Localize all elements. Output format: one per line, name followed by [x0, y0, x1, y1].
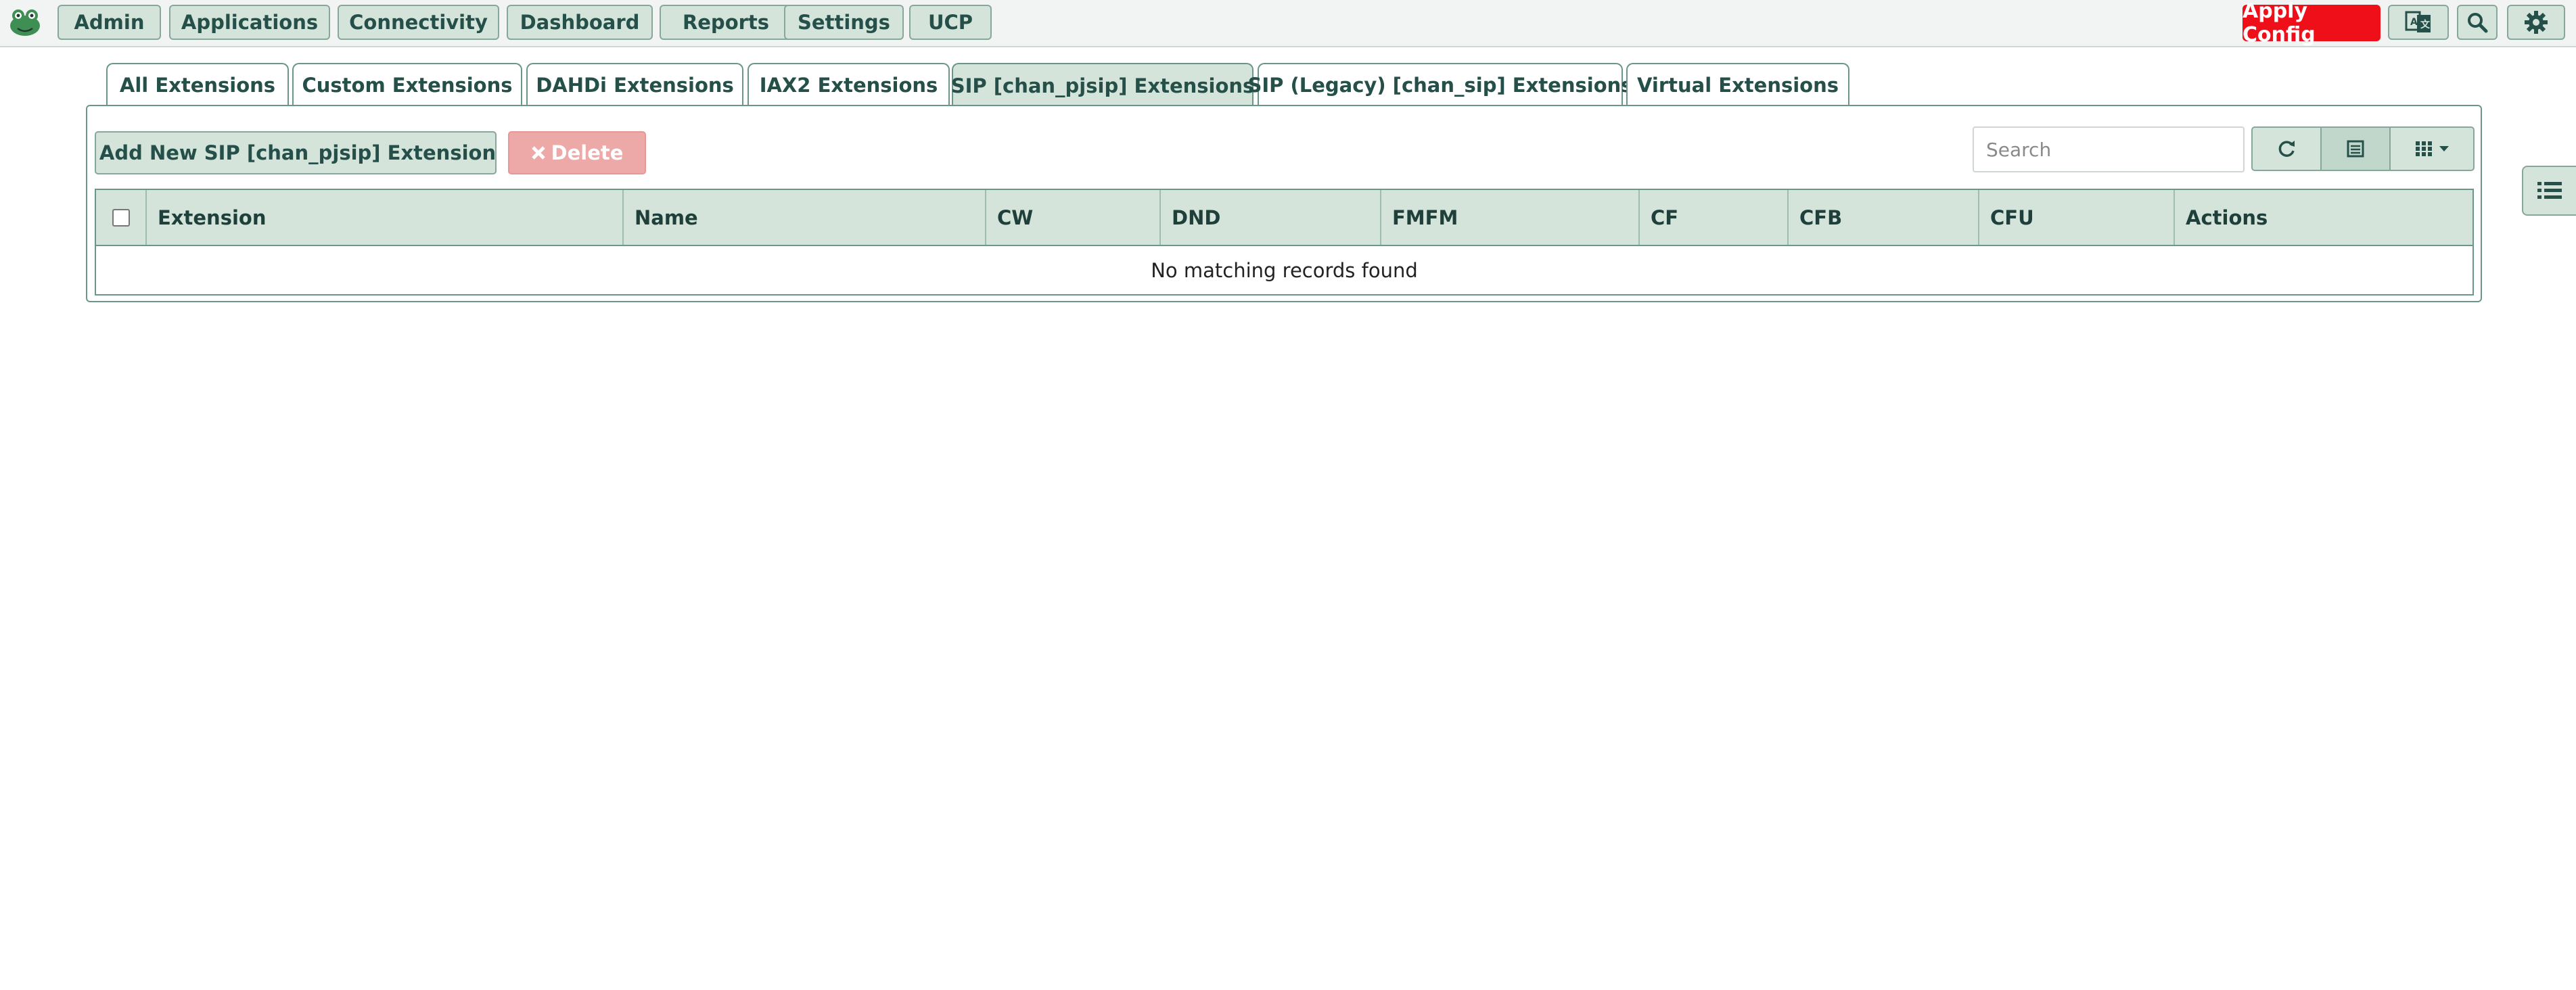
top-navbar: Admin Applications Connectivity Dashboar… [0, 0, 2576, 47]
refresh-button[interactable] [2251, 126, 2322, 171]
search-button[interactable] [2457, 5, 2498, 40]
tab-custom-extensions[interactable]: Custom Extensions [292, 63, 522, 106]
nav-applications[interactable]: Applications [169, 5, 330, 40]
logo-icon[interactable] [8, 5, 42, 38]
search-input[interactable] [1973, 126, 2245, 172]
list-view-icon [2347, 140, 2364, 158]
select-all-checkbox[interactable] [112, 208, 130, 227]
nav-connectivity[interactable]: Connectivity [338, 5, 499, 40]
gear-icon [2525, 11, 2548, 34]
table-header: Extension Name CW DND FMFM CF CFB CFU Ac… [96, 190, 2472, 246]
nav-ucp[interactable]: UCP [909, 5, 992, 40]
select-all-cell [96, 190, 147, 245]
empty-table-message: No matching records found [1151, 258, 1418, 282]
nav-reports[interactable]: Reports [660, 5, 792, 40]
column-header-dnd[interactable]: DND [1161, 190, 1381, 245]
column-header-cw[interactable]: CW [986, 190, 1161, 245]
tab-iax2-extensions[interactable]: IAX2 Extensions [748, 63, 950, 106]
columns-button[interactable] [2389, 126, 2475, 171]
close-icon [531, 146, 545, 160]
refresh-icon [2278, 141, 2295, 157]
svg-text:A: A [2410, 17, 2418, 28]
column-header-extension[interactable]: Extension [147, 190, 624, 245]
toggle-view-button[interactable] [2320, 126, 2391, 171]
sidebar-toggle-button[interactable] [2522, 166, 2576, 216]
columns-icon [2416, 141, 2432, 156]
nav-settings[interactable]: Settings [784, 5, 904, 40]
sidebar-list-icon [2537, 182, 2562, 199]
nav-admin[interactable]: Admin [58, 5, 161, 40]
caret-down-icon [2439, 146, 2449, 151]
column-header-cf[interactable]: CF [1640, 190, 1789, 245]
column-header-fmfm[interactable]: FMFM [1381, 190, 1640, 245]
delete-label: Delete [551, 141, 624, 164]
settings-button[interactable] [2507, 5, 2565, 40]
tab-all-extensions[interactable]: All Extensions [106, 63, 289, 106]
add-extension-label: Add New SIP [chan_pjsip] Extension [99, 141, 497, 164]
column-header-cfu[interactable]: CFU [1979, 190, 2175, 245]
delete-button[interactable]: Delete [508, 131, 646, 174]
language-icon: A 文 [2405, 11, 2431, 32]
column-header-cfb[interactable]: CFB [1789, 190, 1979, 245]
language-button[interactable]: A 文 [2388, 5, 2449, 40]
tab-sip-legacy-extensions[interactable]: SIP (Legacy) [chan_sip] Extensions [1247, 63, 1633, 106]
extensions-table: Extension Name CW DND FMFM CF CFB CFU Ac… [95, 189, 2474, 296]
tab-virtual-extensions[interactable]: Virtual Extensions [1626, 63, 1849, 106]
column-header-name[interactable]: Name [624, 190, 986, 245]
nav-dashboard[interactable]: Dashboard [507, 5, 653, 40]
apply-config-button[interactable]: Apply Config [2242, 0, 2380, 47]
add-extension-button[interactable]: Add New SIP [chan_pjsip] Extension [95, 131, 497, 174]
svg-text:文: 文 [2420, 19, 2431, 30]
tab-sip-pjsip-extensions[interactable]: SIP [chan_pjsip] Extensions [951, 63, 1254, 108]
tab-dahdi-extensions[interactable]: DAHDi Extensions [526, 63, 743, 106]
column-header-actions: Actions [2186, 206, 2268, 229]
search-icon [2468, 13, 2488, 33]
